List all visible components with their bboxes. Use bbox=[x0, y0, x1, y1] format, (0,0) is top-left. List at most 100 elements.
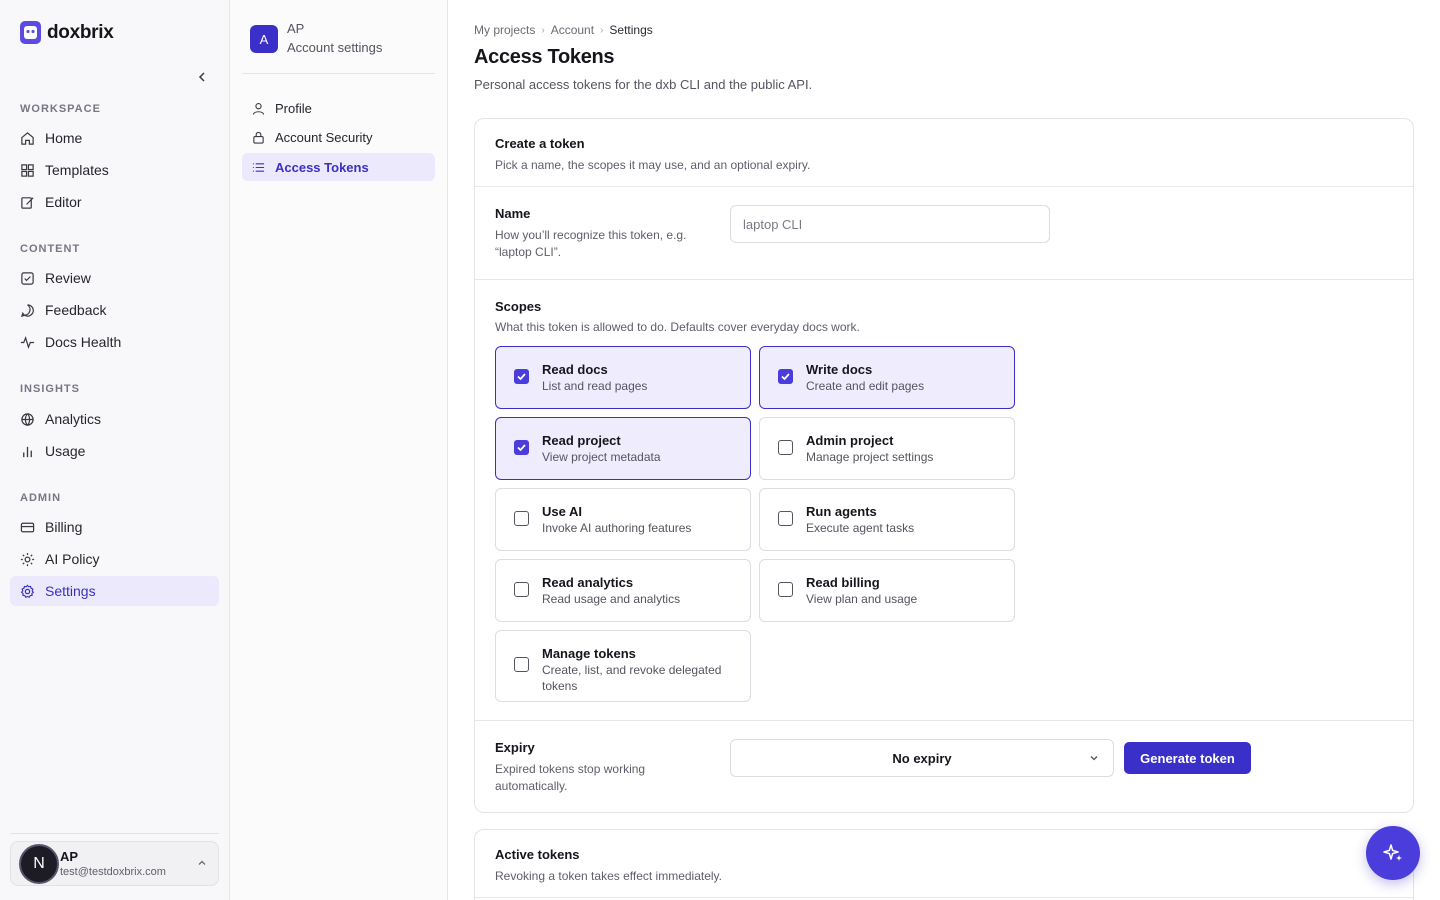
app-name: doxbrix bbox=[47, 21, 114, 43]
scope-desc: Invoke AI authoring features bbox=[542, 521, 692, 535]
sidebar-item-label: Settings bbox=[45, 583, 96, 599]
account-settings-nav: A AP Account settings Profile Account Se… bbox=[230, 0, 448, 900]
main-content: My projects › Account › Settings Access … bbox=[448, 0, 1440, 900]
lock-icon bbox=[253, 131, 264, 144]
scope-manage-tokens[interactable]: Manage tokens Create, list, and revoke d… bbox=[495, 630, 751, 702]
sidebar-item-review[interactable]: Review bbox=[10, 263, 219, 293]
sidebar-item-label: AI Policy bbox=[45, 551, 100, 567]
scope-write-docs[interactable]: Write docs Create and edit pages bbox=[759, 346, 1015, 409]
sidebar-item-settings[interactable]: Settings bbox=[10, 576, 219, 606]
chevron-up-icon bbox=[198, 860, 206, 865]
scope-name: Run agents bbox=[806, 504, 877, 519]
sidebar-item-home[interactable]: Home bbox=[10, 123, 219, 153]
sidebar-item-label: Feedback bbox=[45, 302, 107, 318]
breadcrumb-account[interactable]: Account bbox=[551, 23, 594, 37]
credit-card-icon bbox=[20, 522, 35, 532]
home-icon bbox=[21, 131, 34, 145]
sparkle-icon bbox=[20, 552, 35, 566]
page-title: Access Tokens bbox=[474, 46, 615, 68]
section-admin: ADMIN bbox=[20, 492, 62, 504]
sidebar-item-ai-policy[interactable]: AI Policy bbox=[10, 544, 219, 574]
divider bbox=[475, 720, 1413, 721]
scopes-label: Scopes bbox=[495, 299, 542, 314]
scope-admin-project[interactable]: Admin project Manage project settings bbox=[759, 417, 1015, 480]
subnav-item-profile[interactable]: Profile bbox=[242, 94, 435, 122]
expiry-select[interactable]: No expiry bbox=[730, 739, 1114, 777]
breadcrumb-my-projects[interactable]: My projects bbox=[474, 23, 535, 37]
scope-checkbox[interactable] bbox=[778, 440, 793, 455]
expiry-label: Expiry bbox=[495, 740, 535, 755]
scope-read-project[interactable]: Read project View project metadata bbox=[495, 417, 751, 480]
scope-use-ai[interactable]: Use AI Invoke AI authoring features bbox=[495, 488, 751, 551]
scope-name: Use AI bbox=[542, 504, 582, 519]
sidebar-item-label: Review bbox=[45, 270, 91, 286]
scope-read-analytics[interactable]: Read analytics Read usage and analytics bbox=[495, 559, 751, 622]
account-header: A AP Account settings bbox=[242, 17, 435, 74]
scope-name: Read docs bbox=[542, 362, 608, 377]
sidebar-item-editor[interactable]: Editor bbox=[10, 187, 219, 217]
subnav-item-label: Access Tokens bbox=[275, 159, 369, 175]
scope-read-billing[interactable]: Read billing View plan and usage bbox=[759, 559, 1015, 622]
app-logo[interactable]: doxbrix bbox=[20, 21, 114, 44]
section-workspace: WORKSPACE bbox=[20, 103, 101, 115]
gear-icon bbox=[20, 584, 35, 598]
scope-checkbox[interactable] bbox=[514, 440, 529, 455]
scope-checkbox[interactable] bbox=[514, 511, 529, 526]
user-name: AP bbox=[60, 849, 79, 864]
sidebar-item-label: Billing bbox=[45, 519, 83, 535]
scope-desc: View project metadata bbox=[542, 450, 661, 464]
name-help: How you’ll recognize this token, e.g. “l… bbox=[495, 228, 687, 259]
user-icon bbox=[252, 102, 265, 115]
sidebar-item-label: Analytics bbox=[45, 411, 102, 427]
sidebar-item-analytics[interactable]: Analytics bbox=[10, 404, 219, 434]
scope-checkbox[interactable] bbox=[514, 582, 529, 597]
bar-chart-icon bbox=[23, 446, 32, 457]
generate-token-button[interactable]: Generate token bbox=[1124, 742, 1251, 774]
scope-checkbox[interactable] bbox=[778, 511, 793, 526]
ai-assistant-button[interactable] bbox=[1366, 826, 1420, 880]
divider bbox=[475, 897, 1413, 898]
sidebar-item-label: Usage bbox=[45, 443, 86, 459]
scope-desc: Create, list, and revoke delegated token… bbox=[542, 663, 722, 693]
breadcrumb-separator: › bbox=[600, 24, 604, 36]
section-insights: INSIGHTS bbox=[20, 383, 80, 395]
grid-icon bbox=[21, 163, 34, 177]
avatar: N bbox=[19, 844, 59, 884]
scope-name: Read billing bbox=[806, 575, 880, 590]
token-name-input[interactable] bbox=[730, 205, 1050, 243]
scope-checkbox[interactable] bbox=[778, 369, 793, 384]
scope-checkbox[interactable] bbox=[514, 369, 529, 384]
active-tokens-desc: Revoking a token takes effect immediatel… bbox=[495, 869, 723, 883]
create-token-card: Create a token Pick a name, the scopes i… bbox=[474, 118, 1414, 813]
breadcrumb: My projects › Account › Settings bbox=[474, 23, 653, 37]
check-icon bbox=[517, 373, 526, 381]
scope-desc: Create and edit pages bbox=[806, 379, 925, 393]
collapse-sidebar-button[interactable] bbox=[192, 67, 212, 87]
account-badge: A bbox=[250, 25, 278, 53]
create-token-title: Create a token bbox=[495, 136, 585, 151]
expiry-selected-value: No expiry bbox=[892, 750, 952, 766]
subnav-item-account-security[interactable]: Account Security bbox=[242, 123, 435, 151]
divider bbox=[475, 186, 1413, 187]
scope-desc: Manage project settings bbox=[806, 450, 934, 464]
user-menu[interactable]: N AP test@testdoxbrix.com bbox=[10, 841, 219, 886]
scope-desc: Execute agent tasks bbox=[806, 521, 915, 535]
sidebar-item-docs-health[interactable]: Docs Health bbox=[10, 327, 219, 357]
sidebar-item-templates[interactable]: Templates bbox=[10, 155, 219, 185]
user-email: test@testdoxbrix.com bbox=[60, 866, 166, 878]
scope-name: Manage tokens bbox=[542, 646, 636, 661]
scope-checkbox[interactable] bbox=[514, 657, 529, 672]
scope-desc: Read usage and analytics bbox=[542, 592, 681, 606]
scope-read-docs[interactable]: Read docs List and read pages bbox=[495, 346, 751, 409]
scope-name: Read analytics bbox=[542, 575, 634, 590]
scope-run-agents[interactable]: Run agents Execute agent tasks bbox=[759, 488, 1015, 551]
subnav-item-access-tokens[interactable]: Access Tokens bbox=[242, 153, 435, 181]
sidebar-item-billing[interactable]: Billing bbox=[10, 512, 219, 542]
sidebar-item-usage[interactable]: Usage bbox=[10, 436, 219, 466]
divider bbox=[10, 833, 219, 834]
sidebar-item-label: Home bbox=[45, 130, 83, 146]
sidebar-item-feedback[interactable]: Feedback bbox=[10, 295, 219, 325]
scope-checkbox[interactable] bbox=[778, 582, 793, 597]
check-icon bbox=[517, 444, 526, 452]
account-initials: AP bbox=[287, 21, 305, 36]
